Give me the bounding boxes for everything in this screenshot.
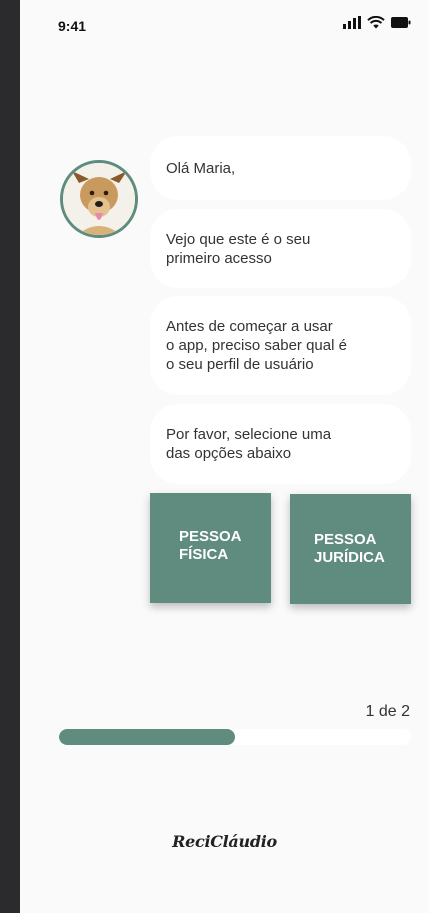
cellular-signal-icon [343,16,361,29]
chat-bubble-profile-question: Antes de começar a usar o app, preciso s… [150,296,411,395]
progress-bar-fill [59,729,235,745]
status-time: 9:41 [58,18,87,34]
wifi-icon [367,16,385,29]
battery-icon [391,17,411,28]
progress-bar [59,729,411,745]
chat-message-text: Antes de começar a usar o app, preciso s… [166,318,347,373]
pessoa-juridica-button[interactable]: PESSOA JURÍDICA [290,494,411,604]
brand-logo: ReciCláudio [172,832,277,851]
chat-message-text: Por favor, selecione uma das opções abai… [166,426,332,462]
status-bar: 9:41 [20,0,429,50]
dog-illustration [63,163,135,235]
pessoa-fisica-button[interactable]: PESSOA FÍSICA [150,493,271,603]
app-screen: 9:41 Olá Maria, Vejo que este é o seu pr… [20,0,429,913]
chat-bubble-instruction: Por favor, selecione uma das opções abai… [150,404,411,484]
dog-avatar [60,160,138,238]
chat-bubble-greeting: Olá Maria, [150,136,411,200]
progress-step-label: 1 de 2 [365,703,410,720]
status-icons [343,16,411,29]
chat-message-text: Vejo que este é o seu primeiro acesso [166,230,311,267]
chat-bubble-first-access: Vejo que este é o seu primeiro acesso [150,209,411,288]
chat-message-text: Olá Maria, [166,159,236,177]
